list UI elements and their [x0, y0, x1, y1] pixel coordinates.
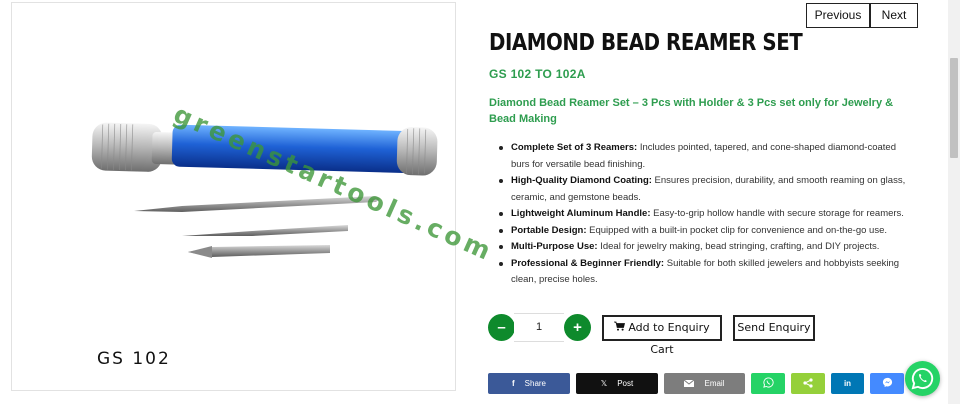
share-icon [803, 377, 813, 390]
next-button[interactable]: Next [870, 3, 918, 28]
page-scrollbar-thumb[interactable] [950, 58, 958, 158]
whatsapp-chat-button[interactable] [905, 361, 940, 396]
share-facebook-button[interactable]: f Share [488, 373, 570, 394]
email-icon [684, 380, 695, 387]
share-email-button[interactable]: Email [664, 373, 745, 394]
feature-item: Lightweight Aluminum Handle: Easy-to-gri… [497, 206, 917, 223]
feature-bold: Multi-Purpose Use: [511, 241, 598, 252]
share-x-button[interactable]: 𝕏 Post [576, 373, 658, 394]
share-linkedin-button[interactable]: in [831, 373, 864, 394]
share-x-label: Post [617, 379, 634, 388]
image-product-code: GS 102 [97, 349, 171, 369]
feature-item: High-Quality Diamond Coating: Ensures pr… [497, 173, 917, 206]
quantity-input[interactable]: 1 [514, 313, 564, 342]
share-generic-button[interactable] [791, 373, 825, 394]
feature-item: Professional & Beginner Friendly: Suitab… [497, 256, 917, 289]
feature-bold: Portable Design: [511, 224, 587, 236]
whatsapp-icon [911, 367, 934, 390]
feature-list: Complete Set of 3 Reamers: Includes poin… [497, 140, 917, 289]
feature-bold: Complete Set of 3 Reamers: [511, 142, 638, 153]
feature-bold: Lightweight Aluminum Handle: [511, 208, 651, 219]
product-main-image[interactable]: greenstartools.com GS 102 [11, 2, 498, 391]
feature-text: Equipped with a built-in pocket clip for… [586, 224, 887, 236]
feature-item: Complete Set of 3 Reamers: Includes poin… [497, 140, 917, 173]
x-icon: 𝕏 [600, 379, 608, 388]
share-facebook-label: Share [524, 379, 547, 388]
add-to-cart-label: Add to Enquiry Cart [628, 321, 710, 356]
share-whatsapp-button[interactable] [751, 373, 785, 394]
quantity-decrease-button[interactable]: – [488, 314, 515, 341]
facebook-icon: f [511, 379, 515, 388]
linkedin-icon: in [843, 379, 852, 388]
feature-bold: High-Quality Diamond Coating: [511, 175, 652, 186]
share-messenger-button[interactable] [870, 373, 904, 394]
previous-button[interactable]: Previous [806, 3, 870, 28]
feature-text: Ideal for jewelry making, bead stringing… [597, 241, 880, 252]
feature-item: Multi-Purpose Use: Ideal for jewelry mak… [497, 239, 917, 256]
quantity-increase-button[interactable]: + [564, 314, 591, 341]
feature-text: Easy-to-grip hollow handle with secure s… [650, 208, 904, 219]
product-title: DIAMOND BEAD REAMER SET [489, 30, 803, 56]
product-subtitle: Diamond Bead Reamer Set – 3 Pcs with Hol… [489, 97, 894, 125]
send-enquiry-button[interactable]: Send Enquiry [733, 315, 815, 341]
feature-item: Portable Design: Equipped with a built-i… [497, 223, 917, 240]
whatsapp-icon [762, 377, 774, 390]
product-code: GS 102 TO 102A [489, 67, 586, 81]
add-to-enquiry-cart-button[interactable]: Add to Enquiry Cart [602, 315, 722, 356]
feature-bold: Professional & Beginner Friendly: [511, 257, 665, 269]
cart-icon [614, 317, 626, 339]
messenger-icon [882, 377, 893, 390]
share-email-label: Email [704, 379, 725, 388]
